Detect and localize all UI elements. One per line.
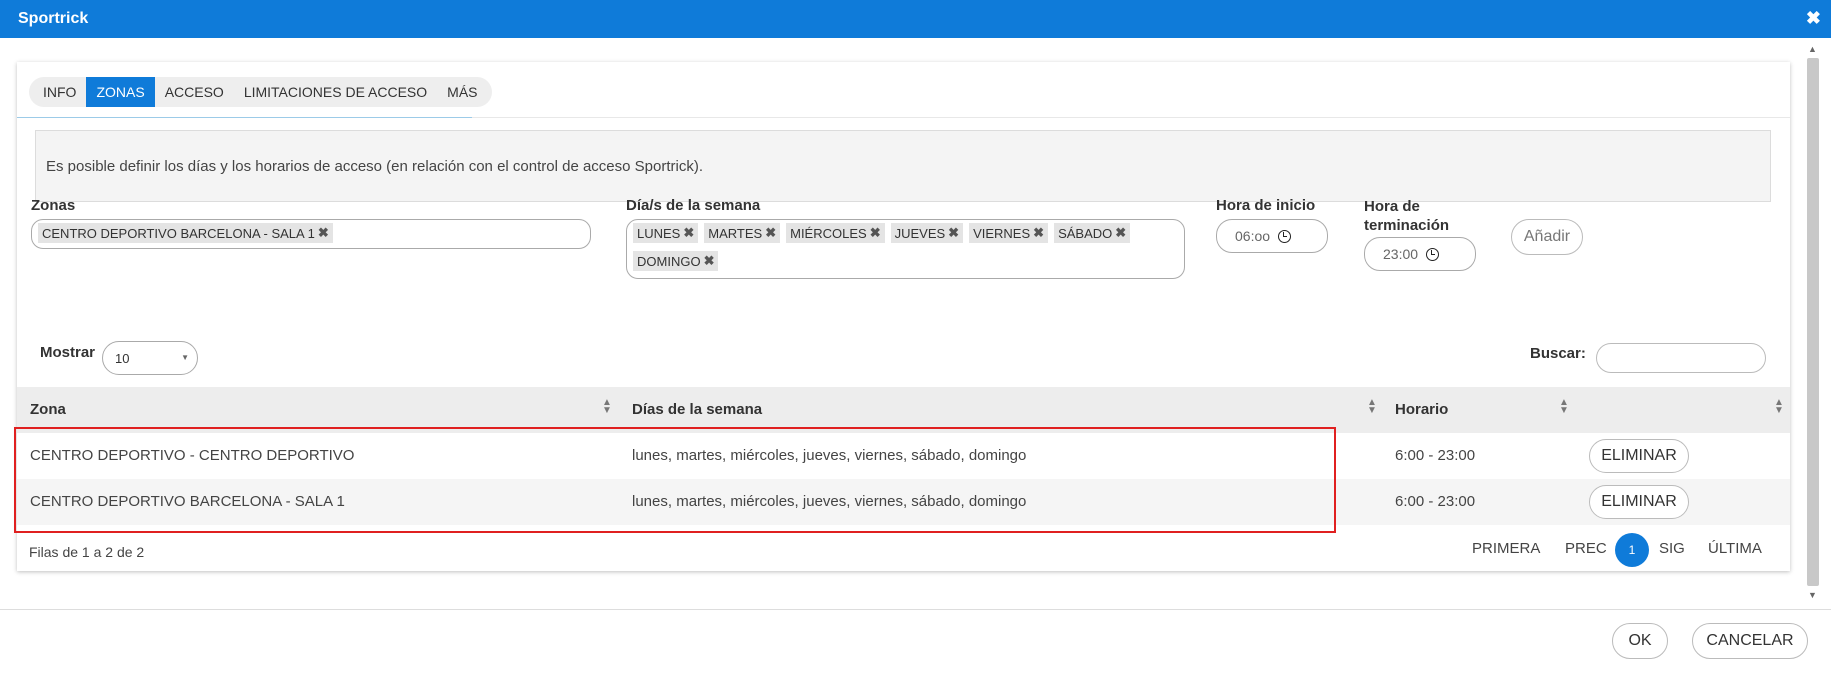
search-input[interactable] <box>1596 343 1766 373</box>
dia-chip: MIÉRCOLES ✖ <box>786 223 885 243</box>
page-size-value: 10 <box>115 351 130 366</box>
dias-label: Día/s de la semana <box>626 197 761 214</box>
dia-chip: JUEVES ✖ <box>890 223 964 243</box>
page-size-select[interactable]: 10 ▼ <box>102 341 198 375</box>
dia-chip: VIERNES ✖ <box>969 223 1049 243</box>
tab-mas[interactable]: MÁS <box>437 77 487 107</box>
dialog-titlebar: Sportrick ✖ <box>0 0 1831 38</box>
mostrar-label: Mostrar <box>40 344 96 361</box>
zonas-select[interactable]: CENTRO DEPORTIVO BARCELONA - SALA 1 ✖ <box>31 219 591 249</box>
add-button[interactable]: Añadir <box>1511 219 1583 255</box>
zonas-panel: INFO ZONAS ACCESO LIMITACIONES DE ACCESO… <box>17 62 1790 571</box>
page-prev-button[interactable]: PREC <box>1565 540 1607 557</box>
dia-chip: LUNES ✖ <box>633 223 699 243</box>
remove-chip-icon[interactable]: ✖ <box>704 253 715 269</box>
remove-chip-icon[interactable]: ✖ <box>1033 225 1044 241</box>
footer-divider <box>0 609 1831 610</box>
hora-inicio-label: Hora de inicio <box>1216 197 1316 214</box>
sort-icon[interactable]: ▲ ▼ <box>1774 398 1784 416</box>
table-info: Filas de 1 a 2 de 2 <box>29 544 145 560</box>
clock-icon[interactable] <box>1426 247 1440 261</box>
info-message: Es posible definir los días y los horari… <box>35 130 1771 202</box>
delete-button[interactable]: ELIMINAR <box>1589 485 1689 519</box>
remove-chip-icon[interactable]: ✖ <box>870 225 881 241</box>
ok-button[interactable]: OK <box>1612 623 1668 659</box>
dia-chip: SÁBADO ✖ <box>1054 223 1131 243</box>
column-header-zona[interactable]: Zona <box>30 401 66 418</box>
table-row: CENTRO DEPORTIVO - CENTRO DEPORTIVO lune… <box>17 433 1790 479</box>
remove-chip-icon[interactable]: ✖ <box>683 225 694 241</box>
scrollbar-thumb[interactable] <box>1807 58 1819 586</box>
tab-acceso[interactable]: ACCESO <box>155 77 234 107</box>
scroll-up-icon[interactable]: ▲ <box>1808 44 1817 54</box>
cell-dias: lunes, martes, miércoles, jueves, vierne… <box>632 493 1027 510</box>
table-header: Zona ▲ ▼ Días de la semana ▲ ▼ Horario ▲ ▼ … <box>17 387 1790 433</box>
tab-limitaciones[interactable]: LIMITACIONES DE ACCESO <box>234 77 437 107</box>
column-header-horario[interactable]: Horario <box>1395 401 1448 418</box>
zonas-label: Zonas <box>31 197 76 214</box>
buscar-label: Buscar: <box>1530 345 1586 362</box>
sort-icon[interactable]: ▲ ▼ <box>1367 398 1377 416</box>
scroll-down-icon[interactable]: ▼ <box>1808 590 1817 600</box>
chevron-down-icon: ▼ <box>181 353 189 362</box>
cell-zona: CENTRO DEPORTIVO - CENTRO DEPORTIVO <box>30 447 355 464</box>
cancel-button[interactable]: CANCELAR <box>1692 623 1808 659</box>
dialog-title: Sportrick <box>18 10 89 27</box>
close-icon[interactable]: ✖ <box>1806 9 1821 27</box>
page-first-button[interactable]: PRIMERA <box>1472 540 1540 557</box>
tab-bar: INFO ZONAS ACCESO LIMITACIONES DE ACCESO… <box>29 77 492 107</box>
hora-inicio-input[interactable]: 06:oo <box>1216 219 1328 253</box>
page-last-button[interactable]: ÚLTIMA <box>1708 540 1762 557</box>
cell-dias: lunes, martes, miércoles, jueves, vierne… <box>632 447 1027 464</box>
tab-zonas[interactable]: ZONAS <box>86 77 155 107</box>
cell-horario: 6:00 - 23:00 <box>1395 447 1476 464</box>
dia-chip: DOMINGO ✖ <box>633 251 719 271</box>
remove-chip-icon[interactable]: ✖ <box>1115 225 1126 241</box>
dialog-scrollbar[interactable]: ▲ ▼ <box>1805 42 1821 602</box>
tab-info[interactable]: INFO <box>33 77 86 107</box>
remove-chip-icon[interactable]: ✖ <box>318 225 329 241</box>
table-row: CENTRO DEPORTIVO BARCELONA - SALA 1 lune… <box>17 479 1790 525</box>
dias-select[interactable]: LUNES ✖ MARTES ✖ MIÉRCOLES ✖ JUEVES ✖ VIERNE… <box>626 219 1185 279</box>
sort-icon[interactable]: ▲ ▼ <box>602 398 612 416</box>
hora-fin-input[interactable]: 23:00 <box>1364 237 1476 271</box>
zona-chip: CENTRO DEPORTIVO BARCELONA - SALA 1 ✖ <box>38 223 333 243</box>
page-next-button[interactable]: SIG <box>1659 540 1685 557</box>
dia-chip: MARTES ✖ <box>704 223 781 243</box>
sort-icon[interactable]: ▲ ▼ <box>1559 398 1569 416</box>
tabs-divider <box>17 117 1790 118</box>
remove-chip-icon[interactable]: ✖ <box>948 225 959 241</box>
cell-zona: CENTRO DEPORTIVO BARCELONA - SALA 1 <box>30 493 345 510</box>
page-current-button[interactable]: 1 <box>1615 533 1649 567</box>
hora-fin-label: Hora de terminación <box>1364 198 1450 234</box>
column-header-dias[interactable]: Días de la semana <box>632 401 762 418</box>
cell-horario: 6:00 - 23:00 <box>1395 493 1476 510</box>
delete-button[interactable]: ELIMINAR <box>1589 439 1689 473</box>
clock-icon[interactable] <box>1278 229 1292 243</box>
hora-inicio-value: 06:oo <box>1235 228 1271 244</box>
hora-fin-value: 23:00 <box>1383 246 1419 262</box>
remove-chip-icon[interactable]: ✖ <box>765 225 776 241</box>
